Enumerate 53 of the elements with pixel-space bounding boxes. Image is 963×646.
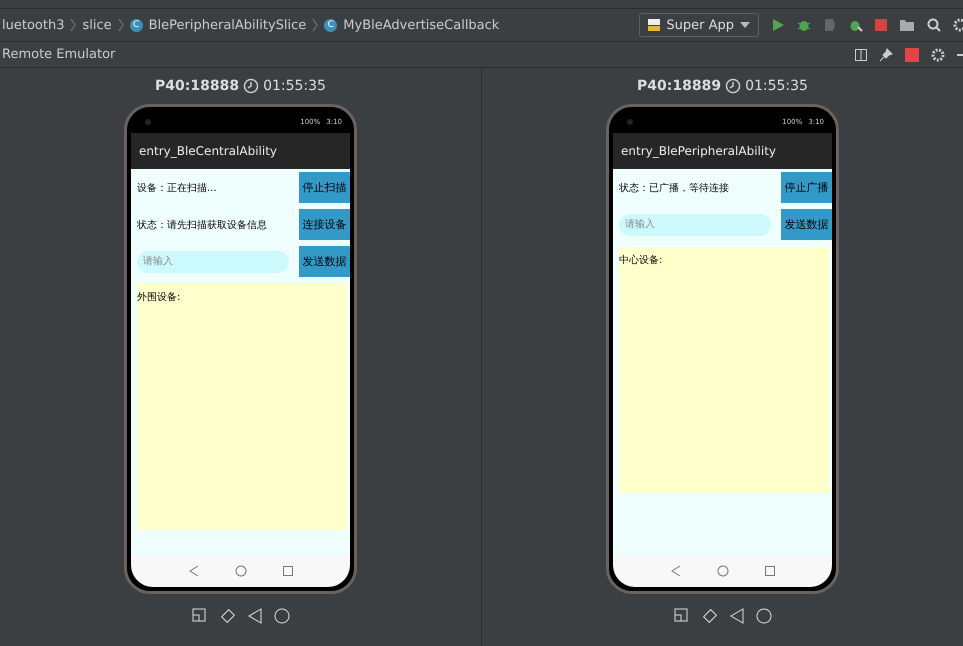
app-title: entry_BleCentralAbility: [139, 144, 278, 158]
settings-icon[interactable]: [931, 48, 945, 62]
tool-window-title: Remote Emulator: [2, 47, 116, 62]
settings-icon[interactable]: [953, 18, 963, 32]
device-name: P40:18889: [637, 78, 722, 94]
split-icon[interactable]: [855, 48, 867, 60]
session-time: 01:55:35: [263, 78, 326, 94]
recents-icon[interactable]: [282, 566, 292, 576]
status-text: 设备：正在扫描...: [137, 182, 217, 194]
action-button[interactable]: 停止广播: [781, 172, 832, 203]
chevron-icon: [118, 18, 124, 32]
session-time: 01:55:35: [745, 78, 808, 94]
panel-label: 外围设备:: [137, 292, 180, 303]
timer-icon: [725, 78, 742, 94]
back-icon[interactable]: [188, 565, 198, 577]
chevron-icon: [70, 18, 76, 32]
caret-icon: [740, 22, 750, 28]
run-icon[interactable]: [771, 18, 785, 32]
action-button[interactable]: 停止扫描: [299, 172, 350, 203]
resize-icon[interactable]: [192, 608, 208, 624]
run-configuration-dropdown[interactable]: Super App: [639, 13, 759, 37]
chevron-icon: [312, 18, 318, 32]
panel-label: 中心设备:: [619, 255, 662, 266]
rotate-icon[interactable]: [702, 608, 718, 624]
class-icon: C: [130, 18, 143, 32]
camera-icon: [627, 119, 633, 125]
breadcrumb-item[interactable]: luetooth3: [2, 18, 64, 32]
app-title: entry_BlePeripheralAbility: [621, 144, 776, 158]
device-name: P40:18888: [155, 78, 240, 94]
rotate-icon[interactable]: [220, 608, 236, 624]
timer-icon: [243, 78, 260, 94]
app-module-icon: [648, 19, 660, 31]
breadcrumb-item[interactable]: slice: [82, 18, 112, 32]
home-icon[interactable]: [716, 565, 728, 577]
breadcrumb-item[interactable]: BlePeripheralAbilitySlice: [148, 18, 306, 32]
stop-icon[interactable]: [905, 48, 919, 62]
camera-icon: [145, 119, 151, 125]
action-button[interactable]: 发送数据: [781, 209, 832, 240]
pin-icon[interactable]: [879, 48, 893, 62]
search-icon[interactable]: [927, 18, 941, 32]
status-text: 状态：已广播，等待连接: [619, 182, 729, 194]
back-icon[interactable]: [670, 565, 680, 577]
status-text: 状态：请先扫描获取设备信息: [137, 218, 267, 232]
input-field[interactable]: 请输入: [137, 250, 289, 272]
action-button[interactable]: 连接设备: [299, 209, 350, 240]
breadcrumb-item[interactable]: MyBleAdvertiseCallback: [343, 18, 500, 32]
resize-icon[interactable]: [674, 608, 690, 624]
input-field[interactable]: 请输入: [619, 214, 771, 236]
class-icon: C: [324, 18, 338, 32]
folder-icon[interactable]: [899, 18, 915, 32]
action-button[interactable]: 发送数据: [299, 246, 350, 277]
home-icon[interactable]: [234, 565, 246, 577]
recents-icon[interactable]: [764, 566, 774, 576]
